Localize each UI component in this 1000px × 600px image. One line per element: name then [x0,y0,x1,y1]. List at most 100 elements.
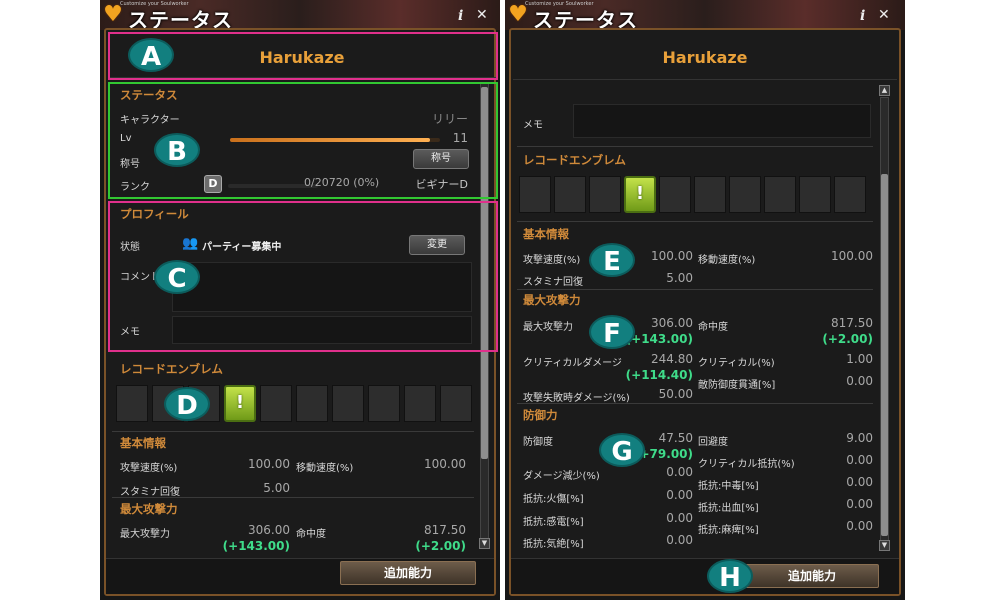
accuracy-bonus: (+2.00) [415,539,466,553]
memo-field[interactable] [573,104,871,138]
max-attack-bonus: (+143.00) [222,539,290,553]
move-speed-value: 100.00 [831,249,873,263]
divider [517,221,873,222]
emblem-section-title: レコードエンブレム [120,362,223,376]
defense-value: 47.50 [658,431,693,445]
divider [112,497,474,498]
crit-resist-label: クリティカル抵抗(%) [698,459,795,470]
crit-value: 1.00 [846,352,873,366]
attack-speed-label: 攻撃速度(%) [120,463,178,474]
crit-label: クリティカル(%) [698,358,775,369]
attack-speed-value: 100.00 [651,249,693,263]
max-attack-value: 306.00 [651,316,693,330]
emblem-slot[interactable] [659,176,691,213]
emblem-slot[interactable] [296,385,328,422]
scroll-down-icon[interactable]: ▼ [479,538,490,549]
scrollbar-thumb[interactable] [881,174,888,536]
move-speed-value: 100.00 [424,457,466,471]
memo-label: メモ [523,120,543,131]
resist-paralysis-label: 抵抗:麻痺[%] [698,525,759,536]
divider [517,146,873,147]
stamina-value: 5.00 [263,481,290,495]
max-attack-label: 最大攻撃力 [120,529,170,540]
emblem-slot[interactable] [116,385,148,422]
crit-damage-bonus: (+114.40) [625,368,693,382]
emblem-slot[interactable] [260,385,292,422]
crit-resist-value: 0.00 [846,453,873,467]
emblem-slot[interactable] [729,176,761,213]
accuracy-value: 817.50 [424,523,466,537]
info-icon[interactable]: i [458,8,463,24]
max-attack-section-title: 最大攻撃力 [523,293,581,307]
annotation-badge-d: D [164,387,210,421]
accuracy-label: 命中度 [698,322,728,333]
info-icon[interactable]: i [860,8,865,24]
extra-abilities-button[interactable]: 追加能力 [745,564,879,588]
damage-reduce-label: ダメージ減少(%) [523,471,600,482]
resist-bleed-value: 0.00 [846,497,873,511]
fail-damage-label: 攻撃失敗時ダメージ(%) [523,393,630,404]
emblem-record-icon[interactable]: ! [624,176,656,213]
attack-speed-label: 攻撃速度(%) [523,255,581,266]
resist-poison-value: 0.00 [846,475,873,489]
resist-shock-label: 抵抗:感電[%] [523,517,584,528]
stamina-value: 5.00 [666,271,693,285]
emblem-slot[interactable] [332,385,364,422]
status-window-right: Customize your Soulworker ♥ ステータス i ✕ Ha… [505,0,905,600]
emblem-slot[interactable] [554,176,586,213]
max-attack-label: 最大攻撃力 [523,322,573,333]
resist-bleed-label: 抵抗:出血[%] [698,503,759,514]
annotation-badge-b: B [154,133,200,167]
basic-info-section-title: 基本情報 [523,227,569,241]
accuracy-label: 命中度 [296,529,326,540]
emblem-slot[interactable] [404,385,436,422]
emblem-slot[interactable] [834,176,866,213]
max-attack-section-title: 最大攻撃力 [120,502,178,516]
emblem-slot[interactable] [368,385,400,422]
def-pierce-label: 敵防御度貫通[%] [698,380,776,391]
resist-fire-label: 抵抗:火傷[%] [523,494,584,505]
heart-logo-icon: ♥ [103,2,123,27]
scroll-up-icon[interactable]: ▲ [879,85,890,96]
stamina-label: スタミナ回復 [120,487,180,498]
resist-faint-label: 抵抗:気絶[%] [523,539,584,550]
close-icon[interactable]: ✕ [476,7,488,23]
emblem-slot[interactable] [694,176,726,213]
emblem-slot[interactable] [440,385,472,422]
emblem-record-icon[interactable]: ! [224,385,256,422]
emblem-slot[interactable] [589,176,621,213]
annotation-badge-h: H [707,559,753,593]
resist-fire-value: 0.00 [666,488,693,502]
emblem-slot[interactable] [519,176,551,213]
crit-damage-value: 244.80 [651,352,693,366]
stamina-label: スタミナ回復 [523,277,583,288]
close-icon[interactable]: ✕ [878,7,890,23]
move-speed-label: 移動速度(%) [698,255,756,266]
emblem-slot[interactable] [799,176,831,213]
move-speed-label: 移動速度(%) [296,463,354,474]
evasion-value: 9.00 [846,431,873,445]
annotation-badge-c: C [154,260,200,294]
extra-abilities-button[interactable]: 追加能力 [340,561,476,585]
damage-reduce-value: 0.00 [666,465,693,479]
annotation-badge-g: G [599,433,645,467]
accuracy-value: 817.50 [831,316,873,330]
resist-faint-value: 0.00 [666,533,693,547]
attack-speed-value: 100.00 [248,457,290,471]
defense-section-title: 防御力 [523,408,558,422]
scrollbar-track[interactable] [880,97,889,541]
def-pierce-value: 0.00 [846,374,873,388]
defense-label: 防御度 [523,437,553,448]
character-name: Harukaze [662,48,748,67]
basic-info-section-title: 基本情報 [120,436,166,450]
annotation-badge-f: F [589,315,635,349]
fail-damage-value: 50.00 [658,387,693,401]
scroll-down-icon[interactable]: ▼ [879,540,890,551]
heart-logo-icon: ♥ [508,2,528,27]
resist-paralysis-value: 0.00 [846,519,873,533]
max-attack-value: 306.00 [248,523,290,537]
status-window-left: Customize your Soulworker ♥ ステータス i ✕ Ha… [100,0,500,600]
crit-damage-label: クリティカルダメージ [523,358,622,369]
evasion-label: 回避度 [698,437,728,448]
emblem-slot[interactable] [764,176,796,213]
